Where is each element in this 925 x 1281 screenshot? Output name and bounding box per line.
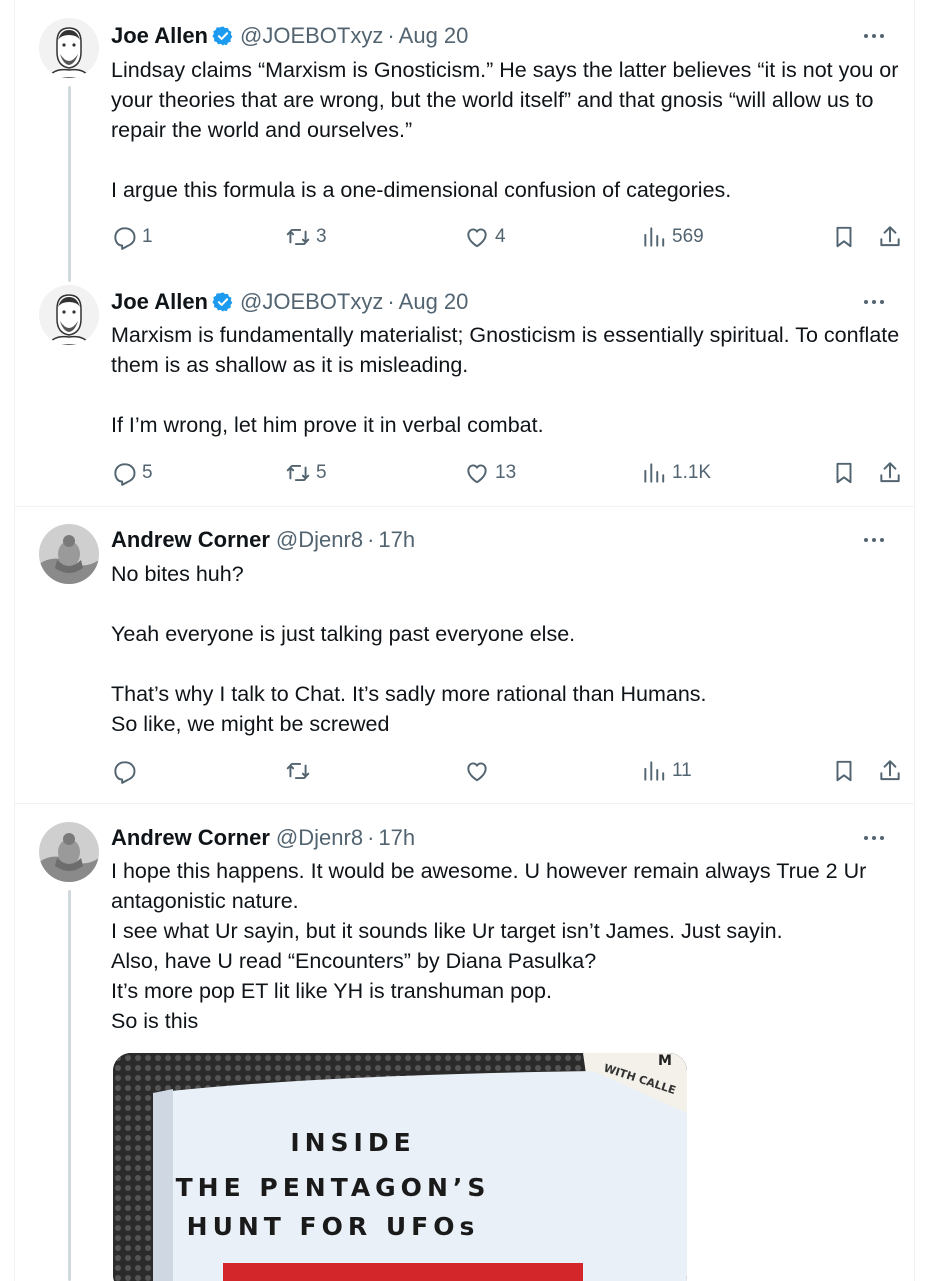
separator-dot: · [367, 527, 375, 552]
avatar[interactable] [39, 524, 99, 584]
like-icon [464, 460, 490, 486]
tweet-text: Marxism is fundamentally materialist; Gn… [111, 323, 900, 437]
views-count: 569 [672, 226, 704, 247]
reply-button[interactable]: 5 [111, 458, 153, 488]
author-handle[interactable]: @JOEBOTxyz [240, 23, 383, 49]
separator-dot: · [367, 825, 375, 850]
thread-connector [68, 86, 71, 282]
reply-count: 1 [142, 226, 153, 247]
views-count: 11 [672, 760, 692, 781]
repost-icon [285, 460, 311, 486]
verified-badge-icon [212, 25, 234, 47]
bookmark-button[interactable] [831, 756, 857, 786]
views-button[interactable]: 1.1K [641, 458, 711, 488]
tweet-timestamp[interactable]: Aug 20 [399, 289, 469, 315]
book-title-line-1: INSIDE [290, 1128, 415, 1157]
avatar[interactable] [39, 285, 99, 345]
reply-button[interactable]: 1 [111, 222, 153, 252]
author-name[interactable]: Andrew Corner [111, 527, 270, 553]
share-icon [877, 460, 903, 486]
views-button[interactable]: 11 [641, 756, 692, 786]
tweet-text: I hope this happens. It would be awesome… [111, 859, 867, 1033]
more-icon[interactable] [861, 26, 887, 46]
book-title-line-3: HUNT FOR UFOs [187, 1212, 480, 1241]
bookmark-icon [831, 758, 857, 784]
repost-icon [285, 758, 311, 784]
like-icon [464, 224, 490, 250]
views-icon [641, 460, 667, 486]
tweet-text: No bites huh? Yeah everyone is just talk… [111, 562, 707, 736]
reply-button[interactable] [111, 756, 137, 786]
reply-count: 5 [142, 462, 153, 483]
like-count: 4 [495, 226, 506, 247]
repost-button[interactable]: 3 [285, 222, 327, 252]
tweet-timestamp[interactable]: Aug 20 [399, 23, 469, 49]
separator-dot: · [387, 289, 395, 314]
share-button[interactable] [877, 222, 903, 252]
reply-icon [111, 758, 137, 784]
views-button[interactable]: 569 [641, 222, 704, 252]
avatar[interactable] [39, 18, 99, 78]
separator-dot: · [387, 23, 395, 48]
tweet-timestamp[interactable]: 17h [378, 825, 415, 851]
author-handle[interactable]: @Djenr8 [276, 825, 363, 851]
like-icon [464, 758, 490, 784]
views-count: 1.1K [672, 462, 712, 483]
repost-count: 3 [316, 226, 327, 247]
book-corner-letter: M [658, 1053, 672, 1069]
bookmark-button[interactable] [831, 222, 857, 252]
author-handle[interactable]: @JOEBOTxyz [240, 289, 383, 315]
timeline-column: Joe Allen @JOEBOTxyz · Aug 20 Lindsay cl… [14, 0, 915, 1281]
tweet-header: Joe Allen @JOEBOTxyz · Aug 20 [111, 287, 468, 317]
reply-icon [111, 224, 137, 250]
more-icon[interactable] [861, 292, 887, 312]
tweet-actions: 11 [111, 756, 901, 786]
book-photo: WITH CALLE M INSIDE THE PENTAGON’S HUNT … [113, 1053, 687, 1281]
repost-icon [285, 224, 311, 250]
tweet-actions: 1 3 4 569 [111, 222, 901, 252]
author-name[interactable]: Andrew Corner [111, 825, 270, 851]
tweet-divider [15, 803, 914, 804]
views-icon [641, 224, 667, 250]
tweet-actions: 5 5 13 1.1K [111, 458, 901, 488]
tweet-header: Joe Allen @JOEBOTxyz · Aug 20 [111, 21, 468, 51]
share-button[interactable] [877, 458, 903, 488]
share-button[interactable] [877, 756, 903, 786]
like-count: 13 [495, 462, 517, 483]
like-button[interactable]: 13 [464, 458, 516, 488]
more-icon[interactable] [861, 530, 887, 550]
repost-button[interactable]: 5 [285, 458, 327, 488]
thread-connector [68, 890, 71, 1281]
author-handle[interactable]: @Djenr8 [276, 527, 363, 553]
bookmark-icon [831, 460, 857, 486]
verified-badge-icon [212, 291, 234, 313]
tweet-header: Andrew Corner @Djenr8 · 17h [111, 525, 415, 555]
share-icon [877, 224, 903, 250]
reply-icon [111, 460, 137, 486]
like-button[interactable]: 4 [464, 222, 506, 252]
like-button[interactable] [464, 756, 490, 786]
tweet-text: Lindsay claims “Marxism is Gnosticism.” … [111, 58, 899, 202]
author-name[interactable]: Joe Allen [111, 289, 208, 315]
tweet-header: Andrew Corner @Djenr8 · 17h [111, 823, 415, 853]
share-icon [877, 758, 903, 784]
tweet-timestamp[interactable]: 17h [378, 527, 415, 553]
tweet-divider [15, 506, 914, 507]
repost-button[interactable] [285, 756, 311, 786]
more-icon[interactable] [861, 828, 887, 848]
author-name[interactable]: Joe Allen [111, 23, 208, 49]
repost-count: 5 [316, 462, 327, 483]
views-icon [641, 758, 667, 784]
bookmark-button[interactable] [831, 458, 857, 488]
avatar[interactable] [39, 822, 99, 882]
tweet-media-image[interactable]: WITH CALLE M INSIDE THE PENTAGON’S HUNT … [113, 1053, 687, 1281]
bookmark-icon [831, 224, 857, 250]
book-title-line-2: THE PENTAGON’S [176, 1173, 491, 1202]
